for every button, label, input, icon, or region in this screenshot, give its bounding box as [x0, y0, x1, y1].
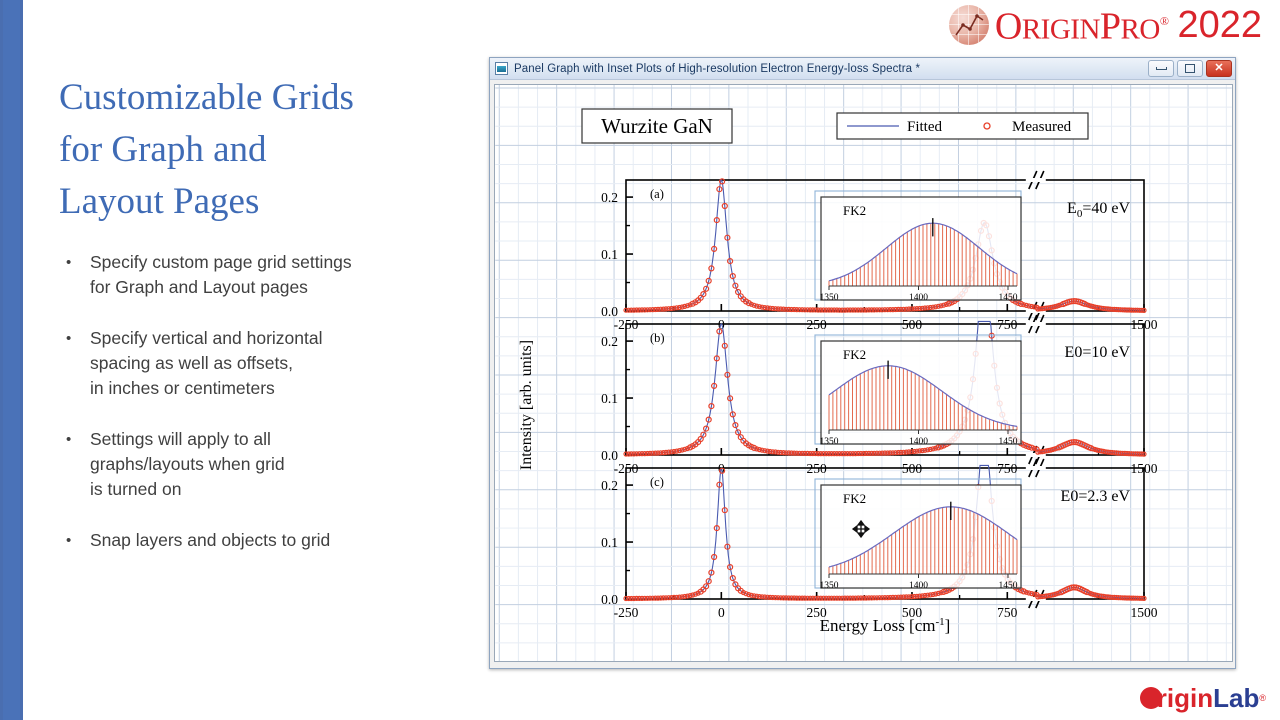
- svg-text:1400: 1400: [909, 293, 928, 303]
- brand-year: 2022: [1177, 4, 1262, 46]
- svg-text:E0=10 eV: E0=10 eV: [1065, 344, 1131, 361]
- bullet-dot-icon: •: [66, 254, 72, 271]
- window-title: Panel Graph with Inset Plots of High-res…: [514, 62, 921, 75]
- svg-text:1350: 1350: [820, 293, 839, 303]
- svg-text:FK2: FK2: [843, 203, 866, 218]
- svg-text:Measured: Measured: [1012, 119, 1072, 135]
- bullet-text: Settings will apply to all graphs/layout…: [90, 429, 285, 499]
- brand-p: P: [1099, 5, 1121, 48]
- bullet-list: • Specify custom page grid settings for …: [62, 250, 477, 579]
- originpro-brand: ORIGINPRO® 2022: [948, 1, 1262, 50]
- svg-text:(c): (c): [650, 475, 664, 489]
- left-accent-bar: [0, 0, 23, 720]
- svg-text:1400: 1400: [909, 581, 928, 591]
- svg-text:1350: 1350: [820, 581, 839, 591]
- svg-text:Wurzite GaN: Wurzite GaN: [601, 114, 713, 138]
- page-title: Customizable Grids for Graph and Layout …: [59, 72, 479, 228]
- left-accent-bar-inner: [3, 0, 20, 720]
- svg-text:E0=2.3 eV: E0=2.3 eV: [1061, 488, 1131, 505]
- brand-rigin: RIGIN: [1021, 13, 1101, 46]
- svg-text:-250: -250: [614, 605, 639, 620]
- svg-text:1500: 1500: [1131, 605, 1158, 620]
- page-title-line-3: Layout Pages: [59, 181, 260, 222]
- window-title-bar[interactable]: Panel Graph with Inset Plots of High-res…: [490, 58, 1235, 80]
- svg-text:1400: 1400: [909, 437, 928, 447]
- minimize-button[interactable]: [1148, 60, 1174, 77]
- originlab-logo: rigin Lab ®: [1139, 683, 1266, 713]
- svg-text:750: 750: [997, 605, 1018, 620]
- svg-text:1450: 1450: [999, 293, 1018, 303]
- page-title-line-2: for Graph and: [59, 129, 267, 170]
- bullet-dot-icon: •: [66, 431, 72, 448]
- list-item: • Snap layers and objects to grid: [62, 528, 477, 553]
- maximize-button[interactable]: [1177, 60, 1203, 77]
- svg-text:0.2: 0.2: [601, 190, 618, 205]
- list-item: • Specify custom page grid settings for …: [62, 250, 477, 300]
- graph-canvas[interactable]: 0.0 0.1 0.2 -250 0 250 500 750 1500 (a) E0=40 eV F…: [494, 84, 1233, 662]
- svg-text:FK2: FK2: [843, 491, 866, 506]
- svg-text:(a): (a): [650, 187, 664, 201]
- window-controls: ✕: [1148, 60, 1232, 77]
- bullet-text: Specify custom page grid settings for Gr…: [90, 252, 352, 297]
- svg-text:0: 0: [718, 605, 725, 620]
- origin-orb-icon: [948, 5, 989, 45]
- originlab-lab-text: Lab: [1213, 683, 1260, 713]
- svg-text:Intensity [arb. units]: Intensity [arb. units]: [518, 340, 535, 470]
- close-button[interactable]: ✕: [1206, 60, 1232, 77]
- page-title-line-1: Customizable Grids: [59, 77, 354, 118]
- list-item: • Specify vertical and horizontal spacin…: [62, 326, 477, 401]
- list-item: • Settings will apply to all graphs/layo…: [62, 427, 477, 502]
- originlab-registered: ®: [1259, 693, 1266, 703]
- bullet-dot-icon: •: [66, 330, 72, 347]
- brand-wordmark: ORIGINPRO®: [995, 1, 1169, 50]
- origin-graph-window[interactable]: Panel Graph with Inset Plots of High-res…: [489, 57, 1236, 669]
- svg-text:0.2: 0.2: [601, 478, 618, 493]
- svg-text:1450: 1450: [999, 437, 1018, 447]
- svg-text:0.1: 0.1: [601, 535, 618, 550]
- originlab-origin-text: rigin: [1156, 683, 1214, 713]
- brand-o: O: [994, 5, 1022, 48]
- svg-text:Energy Loss [cm-1]: Energy Loss [cm-1]: [820, 616, 951, 635]
- bullet-text: Snap layers and objects to grid: [90, 530, 331, 550]
- brand-ro: RO: [1120, 13, 1161, 46]
- bullet-text: Specify vertical and horizontal spacing …: [90, 328, 323, 398]
- bullet-dot-icon: •: [66, 532, 72, 549]
- svg-text:Fitted: Fitted: [907, 119, 943, 135]
- svg-text:E0=40 eV: E0=40 eV: [1067, 200, 1130, 220]
- originlab-dot-icon: [1139, 687, 1162, 709]
- svg-text:0.1: 0.1: [601, 247, 618, 262]
- svg-text:0.1: 0.1: [601, 391, 618, 406]
- graph-window-icon: [495, 62, 508, 75]
- brand-registered: ®: [1159, 13, 1169, 28]
- svg-text:0.2: 0.2: [601, 334, 618, 349]
- svg-text:1450: 1450: [999, 581, 1018, 591]
- svg-text:(b): (b): [650, 331, 665, 345]
- svg-text:FK2: FK2: [843, 347, 866, 362]
- svg-text:1350: 1350: [820, 437, 839, 447]
- panel-graph[interactable]: 0.00.10.2-250 0 250 500 750 1500 (a)E0=40 eVF…: [495, 85, 1233, 662]
